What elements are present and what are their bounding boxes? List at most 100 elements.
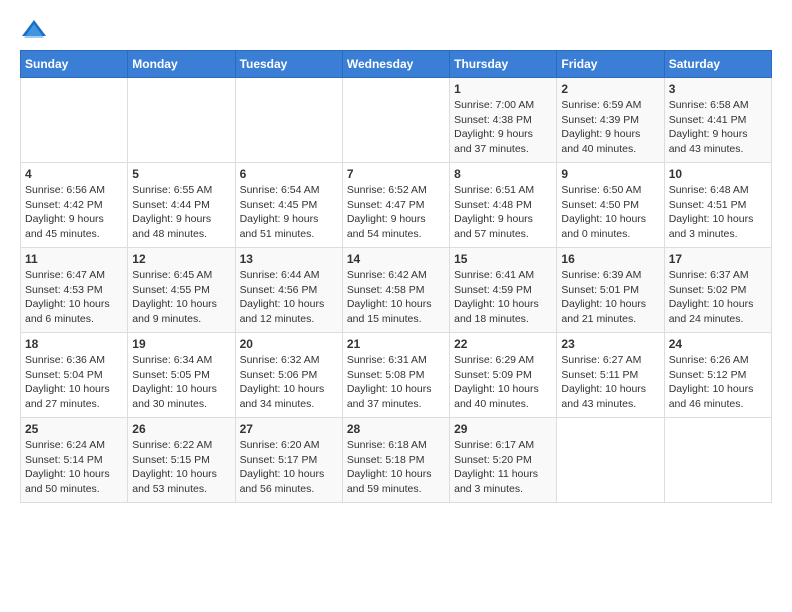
day-cell: 13 Sunrise: 6:44 AM Sunset: 4:56 PM Dayli… [235, 248, 342, 333]
day-number: 6 [240, 167, 338, 181]
day-number: 5 [132, 167, 230, 181]
col-header-monday: Monday [128, 51, 235, 78]
day-info: Sunrise: 6:56 AM Sunset: 4:42 PM Dayligh… [25, 183, 123, 242]
day-info: Sunrise: 6:50 AM Sunset: 4:50 PM Dayligh… [561, 183, 659, 242]
day-info: Sunrise: 6:54 AM Sunset: 4:45 PM Dayligh… [240, 183, 338, 242]
day-cell: 2 Sunrise: 6:59 AM Sunset: 4:39 PM Daylig… [557, 78, 664, 163]
day-cell: 17Sunrise: 6:37 AM Sunset: 5:02 PM Dayli… [664, 248, 771, 333]
day-cell: 24 Sunrise: 6:26 AM Sunset: 5:12 PM Dayli… [664, 333, 771, 418]
day-number: 2 [561, 82, 659, 96]
day-cell: 4 Sunrise: 6:56 AM Sunset: 4:42 PM Daylig… [21, 163, 128, 248]
day-number: 14 [347, 252, 445, 266]
day-cell: 9 Sunrise: 6:50 AM Sunset: 4:50 PM Daylig… [557, 163, 664, 248]
day-cell [21, 78, 128, 163]
day-info: Sunrise: 6:41 AM Sunset: 4:59 PM Dayligh… [454, 268, 552, 327]
day-info: Sunrise: 6:55 AM Sunset: 4:44 PM Dayligh… [132, 183, 230, 242]
day-number: 20 [240, 337, 338, 351]
logo-icon [20, 16, 48, 44]
day-cell [342, 78, 449, 163]
logo [20, 16, 52, 44]
day-info: Sunrise: 6:17 AM Sunset: 5:20 PM Dayligh… [454, 438, 552, 497]
day-info: Sunrise: 6:48 AM Sunset: 4:51 PM Dayligh… [669, 183, 767, 242]
day-number: 23 [561, 337, 659, 351]
day-cell: 6 Sunrise: 6:54 AM Sunset: 4:45 PM Daylig… [235, 163, 342, 248]
day-cell: 19 Sunrise: 6:34 AM Sunset: 5:05 PM Dayli… [128, 333, 235, 418]
day-cell: 16 Sunrise: 6:39 AM Sunset: 5:01 PM Dayli… [557, 248, 664, 333]
week-row-2: 4 Sunrise: 6:56 AM Sunset: 4:42 PM Daylig… [21, 163, 772, 248]
day-cell: 12 Sunrise: 6:45 AM Sunset: 4:55 PM Dayli… [128, 248, 235, 333]
day-info: Sunrise: 6:24 AM Sunset: 5:14 PM Dayligh… [25, 438, 123, 497]
day-cell: 10 Sunrise: 6:48 AM Sunset: 4:51 PM Dayli… [664, 163, 771, 248]
day-number: 8 [454, 167, 552, 181]
day-info: Sunrise: 6:27 AM Sunset: 5:11 PM Dayligh… [561, 353, 659, 412]
day-info: Sunrise: 6:34 AM Sunset: 5:05 PM Dayligh… [132, 353, 230, 412]
day-cell: 5 Sunrise: 6:55 AM Sunset: 4:44 PM Daylig… [128, 163, 235, 248]
day-number: 15 [454, 252, 552, 266]
day-info: Sunrise: 6:29 AM Sunset: 5:09 PM Dayligh… [454, 353, 552, 412]
day-info: Sunrise: 6:47 AM Sunset: 4:53 PM Dayligh… [25, 268, 123, 327]
day-number: 19 [132, 337, 230, 351]
col-header-saturday: Saturday [664, 51, 771, 78]
day-number: 13 [240, 252, 338, 266]
day-number: 9 [561, 167, 659, 181]
day-cell: 23 Sunrise: 6:27 AM Sunset: 5:11 PM Dayli… [557, 333, 664, 418]
day-number: 18 [25, 337, 123, 351]
day-cell: 20Sunrise: 6:32 AM Sunset: 5:06 PM Dayli… [235, 333, 342, 418]
col-header-thursday: Thursday [450, 51, 557, 78]
day-cell: 3 Sunrise: 6:58 AM Sunset: 4:41 PM Daylig… [664, 78, 771, 163]
day-cell: 18 Sunrise: 6:36 AM Sunset: 5:04 PM Dayli… [21, 333, 128, 418]
day-number: 1 [454, 82, 552, 96]
day-number: 27 [240, 422, 338, 436]
day-info: Sunrise: 6:18 AM Sunset: 5:18 PM Dayligh… [347, 438, 445, 497]
day-number: 16 [561, 252, 659, 266]
day-cell: 1 Sunrise: 7:00 AM Sunset: 4:38 PM Daylig… [450, 78, 557, 163]
day-info: Sunrise: 6:31 AM Sunset: 5:08 PM Dayligh… [347, 353, 445, 412]
day-info: Sunrise: 6:26 AM Sunset: 5:12 PM Dayligh… [669, 353, 767, 412]
day-info: Sunrise: 6:59 AM Sunset: 4:39 PM Dayligh… [561, 98, 659, 157]
day-cell: 7 Sunrise: 6:52 AM Sunset: 4:47 PM Daylig… [342, 163, 449, 248]
day-info: Sunrise: 7:00 AM Sunset: 4:38 PM Dayligh… [454, 98, 552, 157]
week-row-1: 1 Sunrise: 7:00 AM Sunset: 4:38 PM Daylig… [21, 78, 772, 163]
calendar-table: SundayMondayTuesdayWednesdayThursdayFrid… [20, 50, 772, 503]
day-number: 3 [669, 82, 767, 96]
day-number: 22 [454, 337, 552, 351]
day-number: 4 [25, 167, 123, 181]
day-number: 28 [347, 422, 445, 436]
day-info: Sunrise: 6:42 AM Sunset: 4:58 PM Dayligh… [347, 268, 445, 327]
day-info: Sunrise: 6:37 AM Sunset: 5:02 PM Dayligh… [669, 268, 767, 327]
day-cell: 27 Sunrise: 6:20 AM Sunset: 5:17 PM Dayli… [235, 418, 342, 503]
col-header-sunday: Sunday [21, 51, 128, 78]
day-info: Sunrise: 6:20 AM Sunset: 5:17 PM Dayligh… [240, 438, 338, 497]
day-cell: 11Sunrise: 6:47 AM Sunset: 4:53 PM Dayli… [21, 248, 128, 333]
day-number: 10 [669, 167, 767, 181]
day-number: 7 [347, 167, 445, 181]
day-cell: 14 Sunrise: 6:42 AM Sunset: 4:58 PM Dayli… [342, 248, 449, 333]
day-cell [557, 418, 664, 503]
week-row-3: 11Sunrise: 6:47 AM Sunset: 4:53 PM Dayli… [21, 248, 772, 333]
day-number: 25 [25, 422, 123, 436]
day-info: Sunrise: 6:44 AM Sunset: 4:56 PM Dayligh… [240, 268, 338, 327]
col-header-friday: Friday [557, 51, 664, 78]
day-cell: 29 Sunrise: 6:17 AM Sunset: 5:20 PM Dayli… [450, 418, 557, 503]
day-cell: 28 Sunrise: 6:18 AM Sunset: 5:18 PM Dayli… [342, 418, 449, 503]
day-info: Sunrise: 6:39 AM Sunset: 5:01 PM Dayligh… [561, 268, 659, 327]
day-info: Sunrise: 6:52 AM Sunset: 4:47 PM Dayligh… [347, 183, 445, 242]
day-cell: 26Sunrise: 6:22 AM Sunset: 5:15 PM Dayli… [128, 418, 235, 503]
day-cell [664, 418, 771, 503]
day-info: Sunrise: 6:51 AM Sunset: 4:48 PM Dayligh… [454, 183, 552, 242]
week-row-4: 18 Sunrise: 6:36 AM Sunset: 5:04 PM Dayli… [21, 333, 772, 418]
day-info: Sunrise: 6:36 AM Sunset: 5:04 PM Dayligh… [25, 353, 123, 412]
day-number: 21 [347, 337, 445, 351]
day-number: 29 [454, 422, 552, 436]
day-info: Sunrise: 6:58 AM Sunset: 4:41 PM Dayligh… [669, 98, 767, 157]
day-cell: 22 Sunrise: 6:29 AM Sunset: 5:09 PM Dayli… [450, 333, 557, 418]
col-header-tuesday: Tuesday [235, 51, 342, 78]
day-number: 12 [132, 252, 230, 266]
day-cell: 8 Sunrise: 6:51 AM Sunset: 4:48 PM Daylig… [450, 163, 557, 248]
day-cell: 15 Sunrise: 6:41 AM Sunset: 4:59 PM Dayli… [450, 248, 557, 333]
day-info: Sunrise: 6:45 AM Sunset: 4:55 PM Dayligh… [132, 268, 230, 327]
day-info: Sunrise: 6:22 AM Sunset: 5:15 PM Dayligh… [132, 438, 230, 497]
day-number: 24 [669, 337, 767, 351]
header-row: SundayMondayTuesdayWednesdayThursdayFrid… [21, 51, 772, 78]
week-row-5: 25 Sunrise: 6:24 AM Sunset: 5:14 PM Dayli… [21, 418, 772, 503]
